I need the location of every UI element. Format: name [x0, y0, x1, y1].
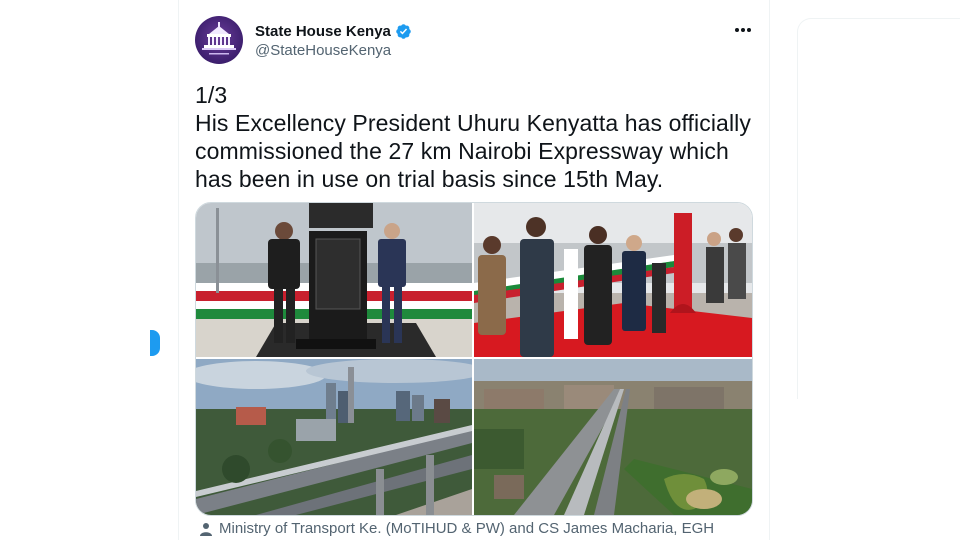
left-sidebar	[0, 0, 178, 540]
state-house-logo-icon	[202, 22, 236, 55]
author-avatar[interactable]	[195, 16, 243, 64]
right-sidebar-card	[797, 18, 960, 399]
author-handle[interactable]: @StateHouseKenya	[255, 42, 391, 59]
verified-badge-icon	[396, 23, 411, 39]
more-options-button[interactable]	[727, 18, 759, 42]
photo-expressway-aerial[interactable]	[474, 359, 752, 515]
tweet-text: 1/3 His Excellency President Uhuru Kenya…	[195, 82, 751, 192]
tagged-users[interactable]: Ministry of Transport Ke. (MoTIHUD & PW)…	[199, 520, 714, 537]
right-sidebar	[797, 18, 960, 540]
author-name-row[interactable]: State House Kenya	[255, 21, 412, 41]
tagged-users-text[interactable]: Ministry of Transport Ke. (MoTIHUD & PW)…	[219, 520, 714, 537]
media-grid	[195, 202, 753, 516]
tweet-card: State House Kenya @StateHouseKenya 1/3 H…	[178, 0, 770, 540]
photo-ribbon-cutting[interactable]	[474, 203, 752, 357]
photo-plaque-unveiling[interactable]	[196, 203, 472, 357]
scroll-indicator	[150, 330, 160, 356]
photo-expressway-city[interactable]	[196, 359, 472, 515]
more-horizontal-icon	[735, 28, 751, 32]
author-display-name[interactable]: State House Kenya	[255, 23, 391, 40]
person-icon	[200, 522, 212, 536]
